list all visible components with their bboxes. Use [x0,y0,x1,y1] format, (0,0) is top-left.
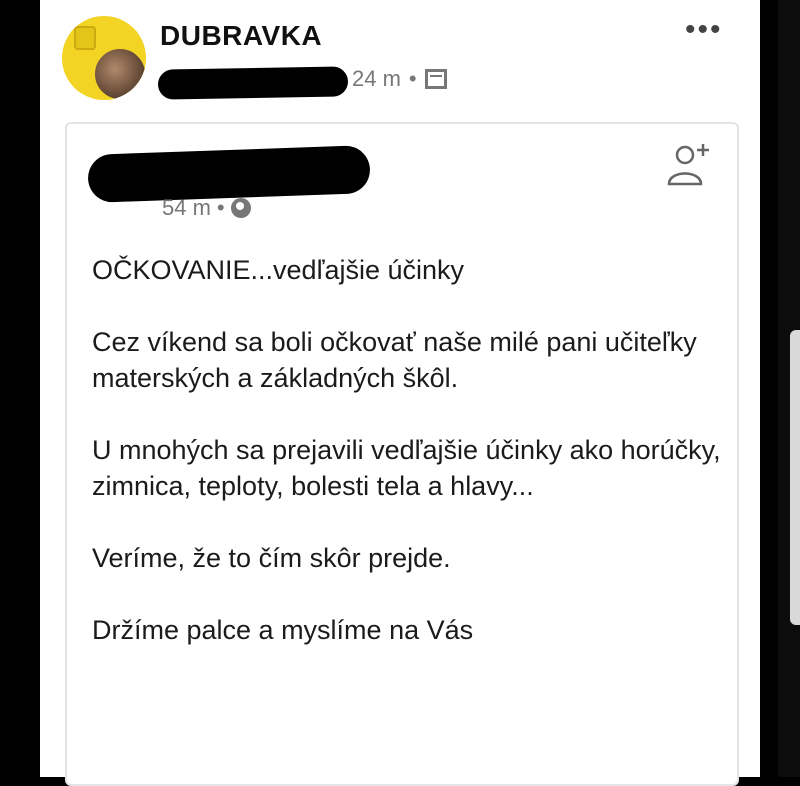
page-name[interactable]: DUBRAVKA [160,20,322,52]
shared-post-meta: 54 m • [162,195,251,221]
meta-separator: • [408,66,417,91]
shared-post-time[interactable]: 54 m [162,195,211,221]
avatar-logo [74,26,96,50]
post-paragraph: U mnohých sa prejavili vedľajšie účinky … [92,435,721,501]
redacted-name [157,66,349,100]
more-dots-icon[interactable]: ••• [685,15,723,45]
post-paragraph: Cez víkend sa boli očkovať naše milé pan… [92,327,697,393]
meta-separator: • [216,195,225,220]
add-friend-icon[interactable] [665,140,713,188]
post-paragraph: Držíme palce a myslíme na Vás [92,615,474,645]
scrollbar[interactable] [790,330,800,625]
post-meta: 24 m • [352,66,447,92]
calendar-icon [424,69,447,89]
post-title: OČKOVANIE...vedľajšie účinky [92,255,465,285]
globe-icon [230,198,251,218]
post-paragraph: Veríme, že to čím skôr prejde. [92,543,451,573]
avatar-photo [92,46,146,100]
post-time[interactable]: 24 m [352,66,401,92]
page-avatar[interactable] [62,16,146,100]
post-body: OČKOVANIE...vedľajšie účinky Cez víkend … [92,252,732,684]
